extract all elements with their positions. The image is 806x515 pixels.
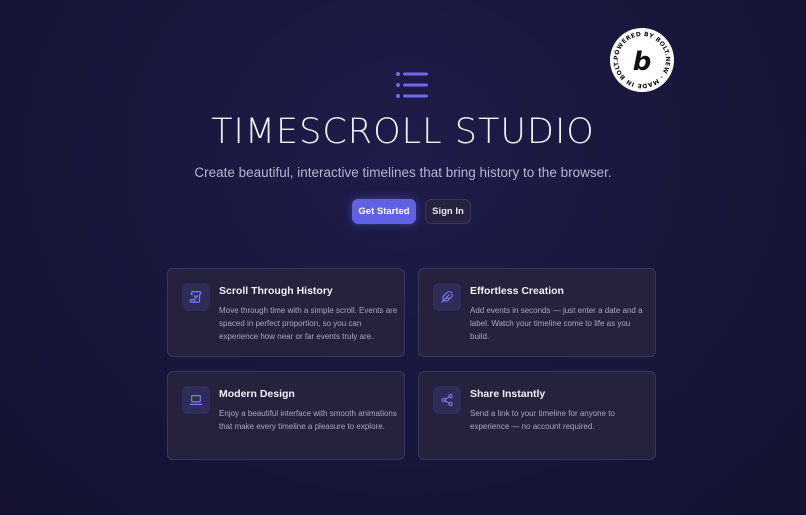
feature-title: Modern Design: [219, 388, 295, 400]
feather-icon: [433, 283, 461, 311]
bolt-letter: b: [633, 47, 652, 77]
page-subtitle: Create beautiful, interactive timelines …: [194, 165, 612, 180]
laptop-icon: [182, 386, 210, 414]
feature-title: Share Instantly: [470, 388, 546, 400]
feature-title: Scroll Through History: [219, 285, 333, 297]
share-icon: [433, 386, 461, 414]
scroll-icon: [182, 283, 210, 311]
feature-description: Enjoy a beautiful interface with smooth …: [219, 409, 397, 431]
feature-description: Send a link to your timeline for anyone …: [470, 409, 615, 431]
bolt-badge[interactable]: POWERED BY BOLT.NEW · MADE IN BOLT.NEW ·…: [610, 28, 674, 92]
feature-description: Move through time with a simple scroll. …: [219, 306, 398, 341]
list-icon: [395, 71, 429, 99]
feature-card-scroll: Scroll Through History Move through time…: [167, 268, 405, 357]
feature-card-creation: Effortless Creation Add events in second…: [418, 268, 656, 357]
feature-card-share: Share Instantly Send a link to your time…: [418, 371, 656, 460]
feature-title: Effortless Creation: [470, 285, 564, 297]
get-started-button[interactable]: Get Started: [352, 199, 416, 224]
sign-in-button[interactable]: Sign In: [425, 199, 471, 224]
feature-card-design: Modern Design Enjoy a beautiful interfac…: [167, 371, 405, 460]
bolt-badge-logo: POWERED BY BOLT.NEW · MADE IN BOLT.NEW ·…: [610, 28, 673, 91]
feature-description: Add events in seconds — just enter a dat…: [470, 306, 643, 341]
page-title: TIMESCROLL STUDIO: [211, 112, 595, 152]
